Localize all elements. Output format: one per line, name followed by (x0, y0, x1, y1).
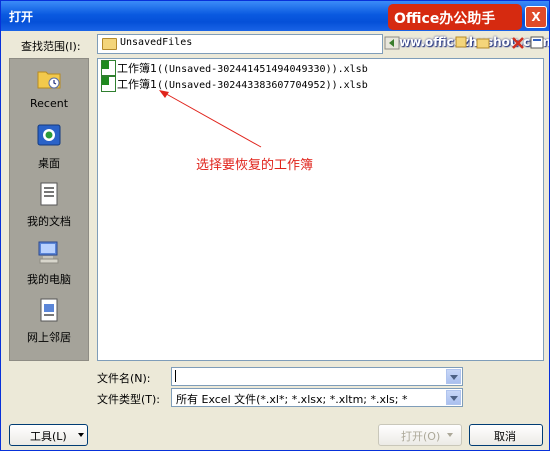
places-mydocs[interactable]: 我的文档 (10, 177, 88, 232)
tools-button[interactable]: 工具(L) (9, 424, 88, 446)
chevron-down-icon[interactable] (446, 369, 461, 384)
places-recent-label: Recent (29, 97, 69, 110)
places-network[interactable]: 网上邻居 (10, 293, 88, 348)
chevron-down-icon (447, 433, 453, 437)
window-title: 打开 (9, 10, 34, 24)
filename-label: 文件名(N): (97, 372, 151, 385)
views-icon[interactable] (529, 34, 547, 52)
places-mydocs-label: 我的文档 (27, 215, 71, 228)
places-network-label: 网上邻居 (27, 331, 71, 344)
chevron-down-icon (78, 433, 84, 437)
close-icon: X (531, 10, 541, 24)
lookin-value: UnsavedFiles (120, 37, 193, 48)
lookin-label: 查找范围(I): (21, 40, 81, 53)
my-computer-icon (38, 241, 59, 264)
desktop-icon (37, 124, 61, 146)
brand-logo: Office办公助手 (388, 4, 522, 30)
filetype-select[interactable]: 所有 Excel 文件(*.xl*; *.xlsx; *.xltm; *.xls… (171, 388, 463, 407)
recent-folder-icon (37, 71, 61, 89)
open-dialog: 打开 Office办公助手 X www.officezhushou.com 查找… (0, 0, 550, 451)
places-desktop-label: 桌面 (38, 157, 60, 170)
cancel-label: 取消 (494, 430, 516, 443)
delete-icon[interactable] (509, 34, 527, 52)
places-mycomputer-label: 我的电脑 (27, 273, 71, 286)
chevron-down-icon[interactable] (446, 390, 461, 405)
text-caret (175, 370, 176, 382)
excel-file-icon (101, 60, 116, 76)
excel-file-icon (101, 76, 116, 92)
tools-label: 工具(L) (30, 430, 67, 443)
file-name: 工作簿1((Unsaved-302441451494049330)).xlsb (117, 60, 368, 76)
places-bar: Recent 桌面 我的文档 我的电脑 网上邻居 (9, 58, 89, 361)
filename-input[interactable] (171, 367, 463, 386)
back-icon[interactable] (383, 34, 401, 52)
folder-icon (102, 38, 117, 50)
cancel-button[interactable]: 取消 (469, 424, 543, 446)
network-places-icon (40, 298, 58, 322)
annotation-arrow (159, 90, 262, 148)
title-bar[interactable]: 打开 Office办公助手 X (1, 1, 549, 31)
new-folder-icon[interactable] (475, 34, 493, 52)
lookin-dropdown[interactable]: UnsavedFiles (97, 34, 383, 54)
places-desktop[interactable]: 桌面 (10, 119, 88, 174)
view-menu-icon[interactable] (453, 34, 471, 52)
filetype-label: 文件类型(T): (97, 393, 161, 406)
filetype-value: 所有 Excel 文件(*.xl*; *.xlsx; *.xltm; *.xls… (176, 393, 408, 406)
open-button[interactable]: 打开(O) (378, 424, 462, 446)
places-recent[interactable]: Recent (10, 61, 88, 116)
file-name-suffix: ((Unsaved-302441451494049330)).xlsb (157, 64, 368, 75)
my-documents-icon (40, 182, 58, 206)
open-label: 打开(O) (401, 430, 441, 443)
places-mycomputer[interactable]: 我的电脑 (10, 235, 88, 290)
file-name-prefix: 工作簿1 (117, 62, 157, 75)
annotation-text: 选择要恢复的工作簿 (196, 158, 314, 173)
brand-logo-text: Office办公助手 (394, 11, 496, 27)
close-button[interactable]: X (525, 6, 547, 28)
